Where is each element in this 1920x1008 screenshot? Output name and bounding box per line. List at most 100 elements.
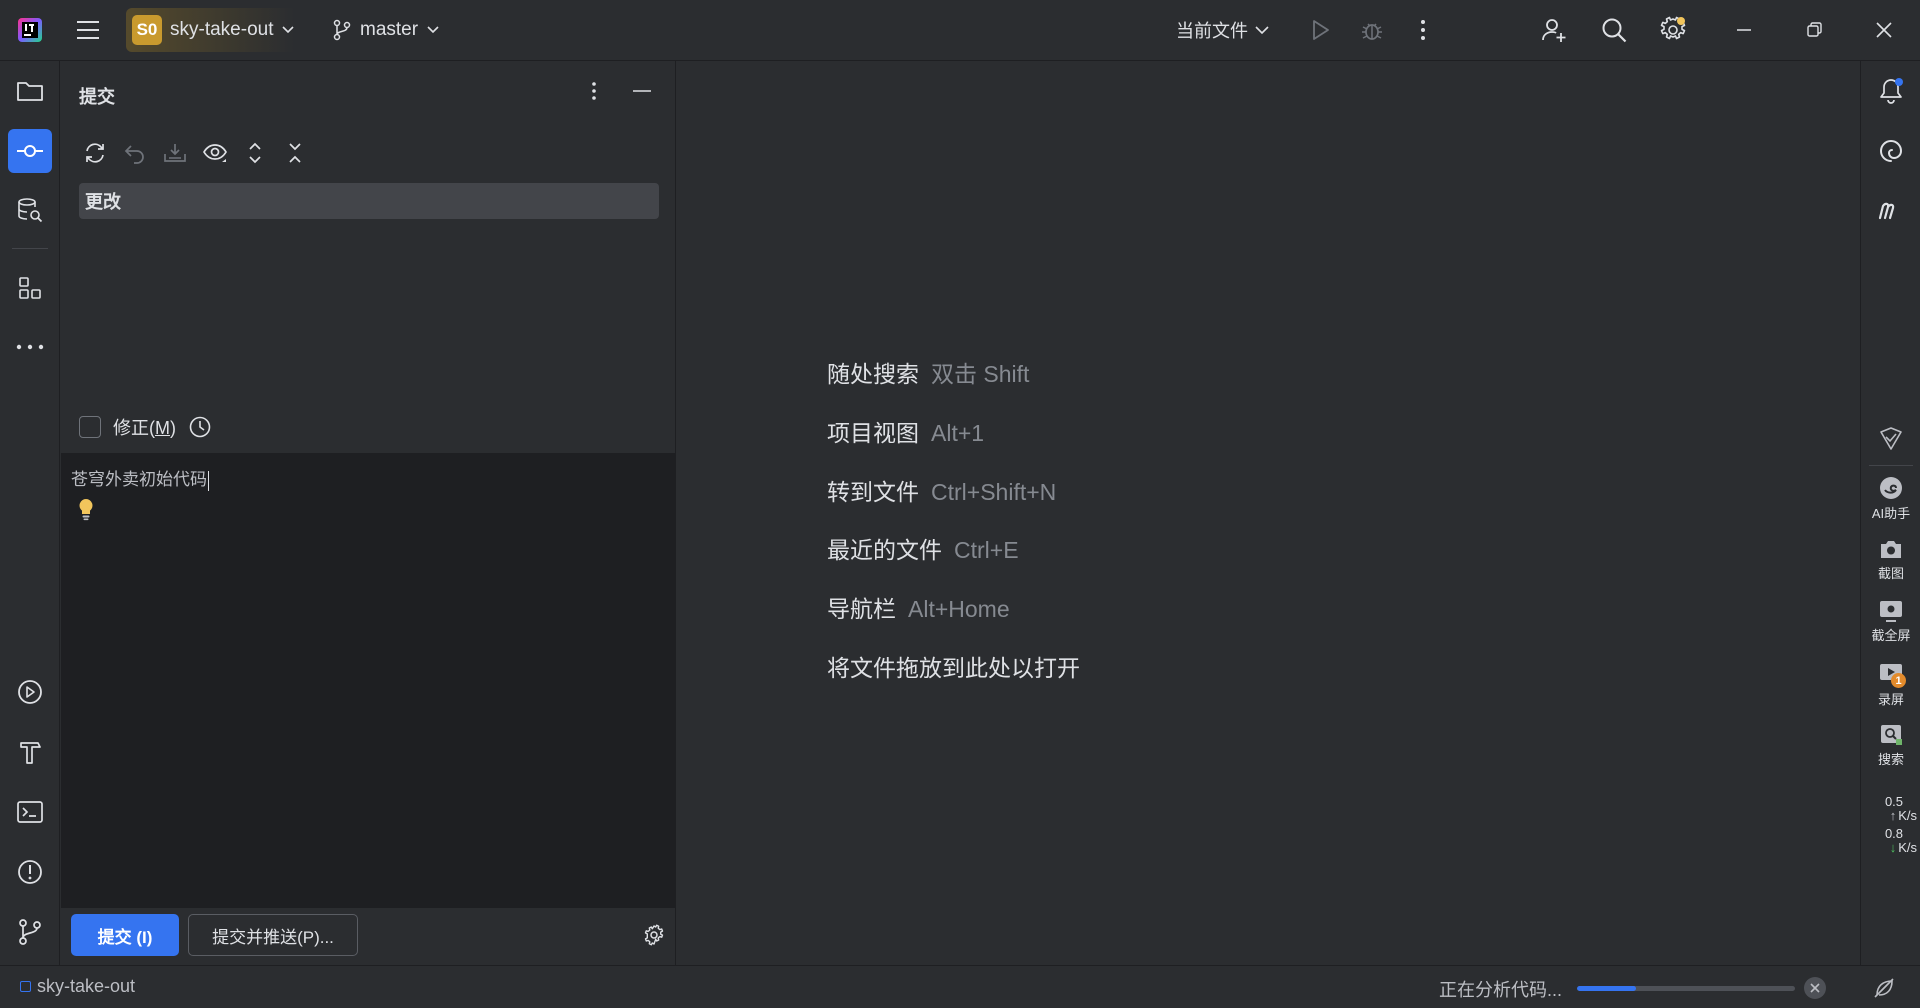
fullscreen-capture-tool[interactable]: 截全屏	[1863, 599, 1919, 644]
network-speed-widget: 0.5 ↑ K/s 0.8 ↓ K/s	[1871, 795, 1917, 855]
run-services-icon[interactable]	[8, 670, 52, 714]
commit-tool-window: 提交 更改 修正(M) 苍穹外卖初始代码 提交 (I) 提交并推送(P)...	[61, 61, 676, 965]
branch-name: master	[360, 19, 419, 40]
monitor-camera-icon	[1878, 599, 1904, 623]
git-icon[interactable]	[8, 910, 52, 954]
search-tool-label: 搜索	[1877, 752, 1904, 767]
commit-button[interactable]: 提交 (I)	[71, 914, 179, 956]
download-speed-value: 0.8	[1884, 826, 1904, 841]
panel-options-icon[interactable]	[591, 81, 597, 101]
chevron-down-icon	[1254, 25, 1270, 35]
run-config-selector[interactable]: 当前文件	[1176, 12, 1270, 48]
hint-go-to-file: 转到文件 Ctrl+Shift+N	[827, 479, 1057, 505]
record-badge: 1	[1891, 673, 1906, 688]
camera-icon	[1878, 537, 1904, 561]
intellij-logo-icon[interactable]	[12, 12, 48, 48]
project-widget[interactable]: S0 sky-take-out	[126, 8, 304, 52]
build-hammer-icon[interactable]	[8, 730, 52, 774]
collapse-all-icon[interactable]	[277, 135, 313, 171]
search-icon[interactable]	[1596, 12, 1632, 48]
upload-arrow-icon: ↑	[1889, 808, 1897, 823]
restore-icon[interactable]	[1796, 12, 1832, 48]
more-tools-icon[interactable]	[8, 325, 52, 369]
background-task-text[interactable]: 正在分析代码...	[1439, 976, 1562, 1002]
project-folder-icon[interactable]	[8, 69, 52, 113]
terminal-icon[interactable]	[8, 790, 52, 834]
project-module-icon	[20, 981, 31, 992]
main-menu-icon[interactable]	[70, 12, 106, 48]
refresh-icon[interactable]	[77, 135, 113, 171]
ai-assistant-label: AI助手	[1871, 506, 1911, 521]
commit-tool-icon[interactable]	[8, 129, 52, 173]
debug-icon[interactable]	[1354, 12, 1390, 48]
commit-message-text[interactable]: 苍穹外卖初始代码	[71, 465, 209, 491]
status-project-breadcrumb[interactable]: sky-take-out	[20, 976, 135, 997]
commit-and-push-button[interactable]: 提交并推送(P)...	[188, 914, 358, 956]
database-icon[interactable]	[8, 188, 52, 232]
screenshot-tool[interactable]: 截图	[1863, 537, 1919, 582]
more-vertical-icon[interactable]	[1405, 12, 1441, 48]
history-clock-icon[interactable]	[188, 415, 212, 439]
status-bar: sky-take-out 正在分析代码...	[0, 965, 1920, 1008]
branch-widget[interactable]: master	[332, 12, 440, 48]
add-user-icon[interactable]	[1536, 12, 1572, 48]
chevron-down-icon	[426, 25, 440, 35]
image-search-icon	[1878, 723, 1904, 747]
ai-assistant-spiral-icon[interactable]	[1869, 129, 1913, 173]
background-task-progress	[1577, 986, 1795, 991]
title-bar: S0 sky-take-out master 当前文件	[0, 0, 1920, 61]
hint-recent-files: 最近的文件 Ctrl+E	[827, 537, 1019, 563]
commit-options-gear-icon[interactable]	[643, 924, 665, 946]
download-arrow-icon: ↓	[1889, 840, 1897, 855]
rollback-icon[interactable]	[117, 135, 153, 171]
screen-record-tool[interactable]: 1 录屏	[1863, 661, 1919, 708]
power-save-mode-icon[interactable]	[1872, 976, 1896, 1000]
git-branch-icon	[332, 19, 352, 41]
project-badge: S0	[132, 15, 162, 45]
hint-project-view: 项目视图 Alt+1	[827, 420, 985, 446]
chevron-down-icon	[281, 25, 295, 35]
strip-divider	[12, 248, 48, 249]
expand-all-icon[interactable]	[237, 135, 273, 171]
project-name: sky-take-out	[170, 19, 274, 40]
lightbulb-icon[interactable]	[77, 497, 95, 521]
hint-drop-files: 将文件拖放到此处以打开	[827, 655, 1080, 681]
upload-speed-value: 0.5	[1884, 794, 1904, 809]
screen-record-label: 录屏	[1877, 692, 1904, 707]
maven-icon[interactable]	[1869, 188, 1913, 232]
right-tool-window-bar: AI助手 截图 截全屏 1 录屏 搜索 0.5 ↑ K/s 0.8 ↓ K/s	[1860, 61, 1920, 965]
amend-checkbox[interactable]	[79, 416, 101, 438]
hint-search-everywhere: 随处搜索 双击 Shift	[827, 361, 1030, 387]
search-tool[interactable]: 搜索	[1863, 723, 1919, 768]
upload-row: ↑ K/s	[1889, 808, 1917, 823]
run-icon[interactable]	[1302, 12, 1338, 48]
run-config-label: 当前文件	[1176, 21, 1248, 41]
shield-check-icon[interactable]	[1869, 417, 1913, 461]
cancel-task-icon[interactable]	[1803, 976, 1827, 1000]
screenshot-label: 截图	[1877, 566, 1904, 581]
hint-navigation-bar: 导航栏 Alt+Home	[827, 596, 1010, 622]
record-icon: 1	[1876, 661, 1906, 688]
view-options-eye-icon[interactable]	[197, 135, 233, 171]
changes-tree-node[interactable]: 更改	[79, 183, 659, 219]
download-row: ↓ K/s	[1889, 840, 1917, 855]
hide-panel-icon[interactable]	[632, 89, 652, 93]
settings-gear-icon[interactable]	[1655, 12, 1691, 48]
strip-divider	[1869, 465, 1913, 466]
panel-title: 提交	[79, 87, 115, 107]
status-project-name: sky-take-out	[37, 976, 136, 996]
amend-row: 修正(M)	[79, 414, 212, 440]
structure-icon[interactable]	[8, 266, 52, 310]
fullscreen-capture-label: 截全屏	[1871, 628, 1911, 643]
problems-icon[interactable]	[8, 850, 52, 894]
shelve-icon[interactable]	[157, 135, 193, 171]
close-icon[interactable]	[1866, 12, 1902, 48]
progress-fill	[1577, 986, 1636, 991]
ai-assistant-tool[interactable]: AI助手	[1863, 475, 1919, 522]
amend-label[interactable]: 修正(M)	[113, 414, 176, 440]
minimize-icon[interactable]	[1726, 12, 1762, 48]
commit-toolbar	[77, 135, 313, 171]
ai-swirl-icon	[1878, 475, 1904, 501]
notifications-bell-icon[interactable]	[1869, 69, 1913, 113]
commit-message-editor[interactable]: 苍穹外卖初始代码	[61, 453, 675, 908]
